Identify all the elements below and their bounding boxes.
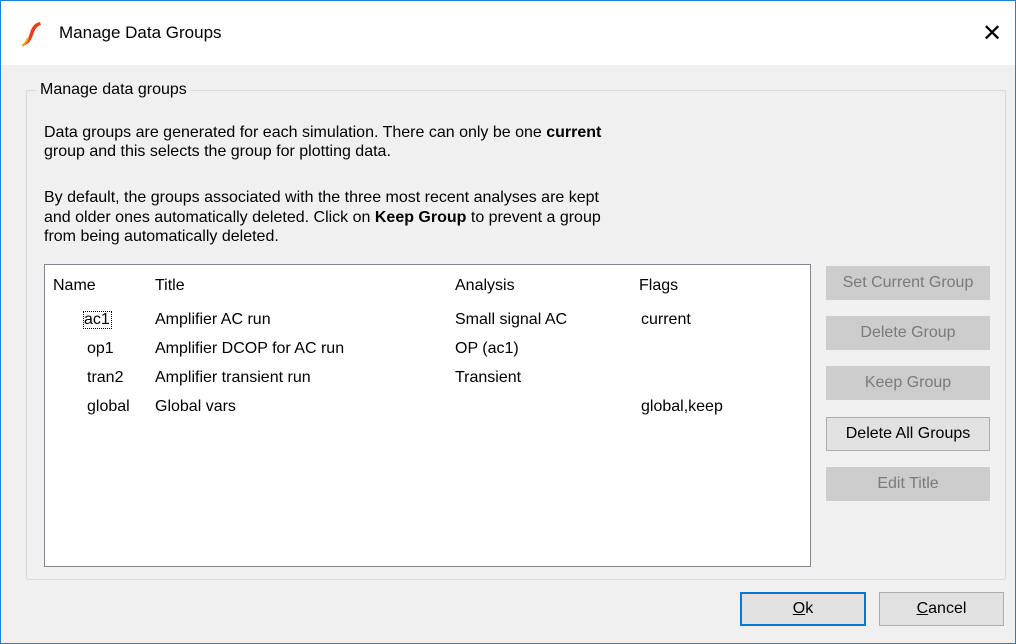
description-paragraph-2: and older ones automatically deleted. Cl… — [44, 208, 601, 227]
row-title: Amplifier DCOP for AC run — [155, 340, 345, 357]
table-row[interactable]: global Global vars global,keep — [45, 398, 808, 422]
row-name: global — [87, 398, 130, 415]
set-current-group-button[interactable]: Set Current Group — [826, 266, 990, 300]
table-row[interactable]: ac1 Amplifier AC run Small signal AC cur… — [45, 311, 808, 335]
row-flags: global,keep — [641, 398, 723, 415]
window-title: Manage Data Groups — [59, 23, 222, 42]
close-icon: ✕ — [981, 19, 1003, 47]
ok-label: k — [805, 600, 814, 617]
column-header-title[interactable]: Title — [155, 277, 185, 295]
column-header-name[interactable]: Name — [53, 277, 96, 295]
description-line: group and this selects the group for plo… — [44, 143, 391, 160]
edit-title-button[interactable]: Edit Title — [826, 467, 990, 501]
row-flags: current — [641, 311, 691, 328]
desc-text: to prevent a group — [466, 209, 601, 226]
desc-bold-keep-group: Keep Group — [374, 209, 467, 226]
row-analysis: Transient — [455, 369, 522, 386]
cancel-label: ancel — [928, 600, 967, 617]
description-line: from being automatically deleted. — [44, 228, 279, 245]
row-title: Global vars — [155, 398, 236, 415]
delete-group-button[interactable]: Delete Group — [826, 316, 990, 350]
row-analysis: Small signal AC — [455, 311, 568, 328]
ok-mnemonic: O — [792, 600, 806, 617]
row-name: ac1 — [83, 311, 112, 329]
title-bar: Manage Data Groups ✕ — [1, 1, 1015, 65]
keep-group-button[interactable]: Keep Group — [826, 366, 990, 400]
app-logo-icon — [19, 21, 43, 47]
close-button[interactable]: ✕ — [969, 1, 1015, 65]
column-header-flags[interactable]: Flags — [639, 277, 678, 295]
desc-text: and older ones automatically deleted. Cl… — [44, 209, 375, 226]
ok-button[interactable]: Ok — [740, 592, 866, 626]
desc-text: Data groups are generated for each simul… — [44, 124, 547, 141]
delete-all-groups-button[interactable]: Delete All Groups — [826, 417, 990, 451]
dialog-window: Manage Data Groups ✕ Manage data groups … — [0, 0, 1016, 644]
cancel-button[interactable]: Cancel — [879, 592, 1004, 626]
row-title: Amplifier transient run — [155, 369, 311, 386]
description-line: By default, the groups associated with t… — [44, 189, 599, 206]
table-row[interactable]: op1 Amplifier DCOP for AC run OP (ac1) — [45, 340, 808, 364]
row-analysis: OP (ac1) — [455, 340, 519, 357]
row-name: op1 — [87, 340, 114, 357]
row-title: Amplifier AC run — [155, 311, 271, 328]
desc-bold-current: current — [546, 124, 602, 141]
description-paragraph-1: Data groups are generated for each simul… — [44, 123, 601, 142]
cancel-mnemonic: C — [916, 600, 929, 617]
row-name: tran2 — [87, 369, 124, 386]
table-row[interactable]: tran2 Amplifier transient run Transient — [45, 369, 808, 393]
column-header-analysis[interactable]: Analysis — [455, 277, 515, 295]
groupbox-label: Manage data groups — [36, 81, 191, 99]
